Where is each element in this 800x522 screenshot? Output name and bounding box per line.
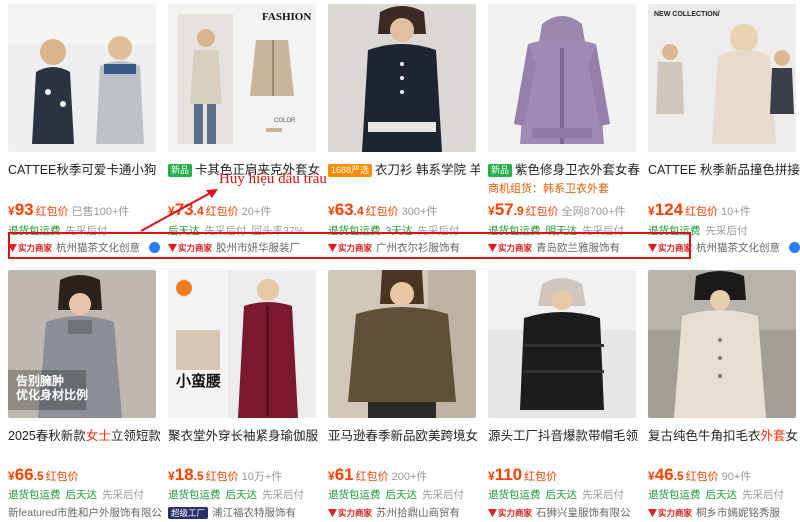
store-name[interactable]: 超级工厂 浦江福农特服饰有 xyxy=(168,506,324,520)
annotation-label: Huy hiệu đầu trâu xyxy=(219,171,327,187)
product-title[interactable]: CATTEE 秋季新品撞色拼接 xyxy=(648,162,800,178)
opportunity-label[interactable]: 商机组货：韩系卫衣外套 xyxy=(488,182,609,196)
product-price: ¥73.4 红包价 20+件 xyxy=(168,200,272,219)
product-image[interactable] xyxy=(328,270,476,418)
product-price: ¥18.5 红包价 10万+件 xyxy=(168,465,283,484)
service-tags: 退货包运费 后天达 先采后付 xyxy=(8,489,144,501)
product-card[interactable]: NEW COLLECTION/ CATTEE 秋季新品撞色拼接 ¥124 红包价 1… xyxy=(648,4,800,254)
store-name[interactable]: 实力商家 苏州拾鼎山商贸有 xyxy=(328,506,484,520)
power-merchant-badge: 实力商家 xyxy=(488,506,532,520)
product-image[interactable] xyxy=(648,270,796,418)
super-factory-badge: 超级工厂 xyxy=(168,507,209,519)
service-tags: 退货包运费 后天达 先采后付 xyxy=(328,489,464,501)
annotation-highlight-box xyxy=(8,232,691,259)
product-title[interactable]: 聚衣堂外穿长袖紧身瑜伽服 xyxy=(168,428,320,444)
product-price: ¥93 红包价 已售100+件 xyxy=(8,200,130,219)
product-card[interactable]: 告别臃肿 优化身材比例 2025春秋新款女士立领短款 ¥66.5 红包价 退货包运费… xyxy=(8,270,162,519)
product-title[interactable]: 复古纯色牛角扣毛衣外套女 xyxy=(648,428,800,444)
product-grid: CATTEE秋季可爱卡通小狗 ¥93 红包价 已售100+件 退货包运费 先采后付 实… xyxy=(0,0,800,522)
product-title[interactable]: 亚马逊春季新品欧美跨境女 xyxy=(328,428,480,444)
service-tags: 退货包运费 后天达 先采后付 xyxy=(488,489,624,501)
svg-text:NEW COLLECTION/: NEW COLLECTION/ xyxy=(654,11,720,18)
svg-text:COLOR: COLOR xyxy=(274,118,296,124)
product-card[interactable]: 小蛮腰 聚衣堂外穿长袖紧身瑜伽服 ¥18.5 红包价 10万+件 退货包运费 后天达先… xyxy=(168,270,320,519)
product-image[interactable]: 告别臃肿 优化身材比例 xyxy=(8,270,156,418)
product-card[interactable]: 亚马逊春季新品欧美跨境女 ¥61 红包价 200+件 退货包运费 后天达 先采后付 实力… xyxy=(328,270,480,519)
chat-icon[interactable] xyxy=(789,242,800,253)
product-title[interactable]: 1688严选 衣刀衫 韩系学院 羊 xyxy=(328,162,480,178)
product-image[interactable] xyxy=(328,4,476,152)
product-price: ¥61 红包价 200+件 xyxy=(328,465,428,484)
product-image[interactable] xyxy=(488,270,636,418)
product-price: ¥124 红包价 10+件 xyxy=(648,200,751,219)
product-card[interactable]: 源头工厂抖音爆款带帽毛领 ¥110 红包价 退货包运费 后天达 先采后付 实力商家 石狮… xyxy=(488,270,640,519)
product-card[interactable]: 复古纯色牛角扣毛衣外套女 ¥46.5 红包价 90+件 退货包运费 后天达 先采后付 实… xyxy=(648,270,800,519)
product-price: ¥46.5 红包价 90+件 xyxy=(648,465,752,484)
svg-text:FASHION: FASHION xyxy=(262,11,311,23)
product-title[interactable]: 2025春秋新款女士立领短款 xyxy=(8,428,160,444)
power-merchant-badge: 实力商家 xyxy=(648,506,692,520)
power-merchant-badge: 实力商家 xyxy=(328,506,372,520)
product-card[interactable]: FASHION COLOR 新品 卡其色正肩夹克外套女 ¥73.4 红包价 20+件 后… xyxy=(168,4,320,254)
image-overlay-text: 告别臃肿 优化身材比例 xyxy=(16,374,89,402)
product-card[interactable]: 新品 紫色修身卫衣外套女春 商机组货：韩系卫衣外套 ¥57.9 红包价 全网8700+… xyxy=(488,4,640,254)
product-image[interactable] xyxy=(8,4,156,152)
product-image[interactable]: NEW COLLECTION/ xyxy=(648,4,796,152)
product-title[interactable]: 新品 紫色修身卫衣外套女春 xyxy=(488,162,640,178)
store-name[interactable]: 实力商家 石狮兴皇服饰有限公 xyxy=(488,506,644,520)
product-card[interactable]: 1688严选 衣刀衫 韩系学院 羊 ¥63.4 红包价 300+件 退货包运费 3天达先… xyxy=(328,4,480,254)
product-price: ¥66.5 红包价 xyxy=(8,465,79,484)
store-name[interactable]: 新featured市胜和户外服饰有限公 xyxy=(8,506,164,520)
store-name[interactable]: 实力商家 桐乡市嫣妮铭秀服 xyxy=(648,506,800,520)
product-title[interactable]: 源头工厂抖音爆款带帽毛领 xyxy=(488,428,640,444)
product-title[interactable]: CATTEE秋季可爱卡通小狗 xyxy=(8,162,160,178)
product-image[interactable]: FASHION COLOR xyxy=(168,4,316,152)
service-tags: 退货包运费 后天达 先采后付 xyxy=(168,489,304,501)
service-tags: 退货包运费 后天达 先采后付 xyxy=(648,489,784,501)
product-card[interactable]: CATTEE秋季可爱卡通小狗 ¥93 红包价 已售100+件 退货包运费 先采后付 实… xyxy=(8,4,160,254)
product-image[interactable] xyxy=(488,4,636,152)
product-image[interactable]: 小蛮腰 xyxy=(168,270,316,418)
product-price: ¥63.4 红包价 300+件 xyxy=(328,200,438,219)
image-overlay-text: 小蛮腰 xyxy=(176,373,222,390)
product-price: ¥57.9 红包价 全网8700+件 xyxy=(488,200,626,219)
product-price: ¥110 红包价 xyxy=(488,465,558,484)
